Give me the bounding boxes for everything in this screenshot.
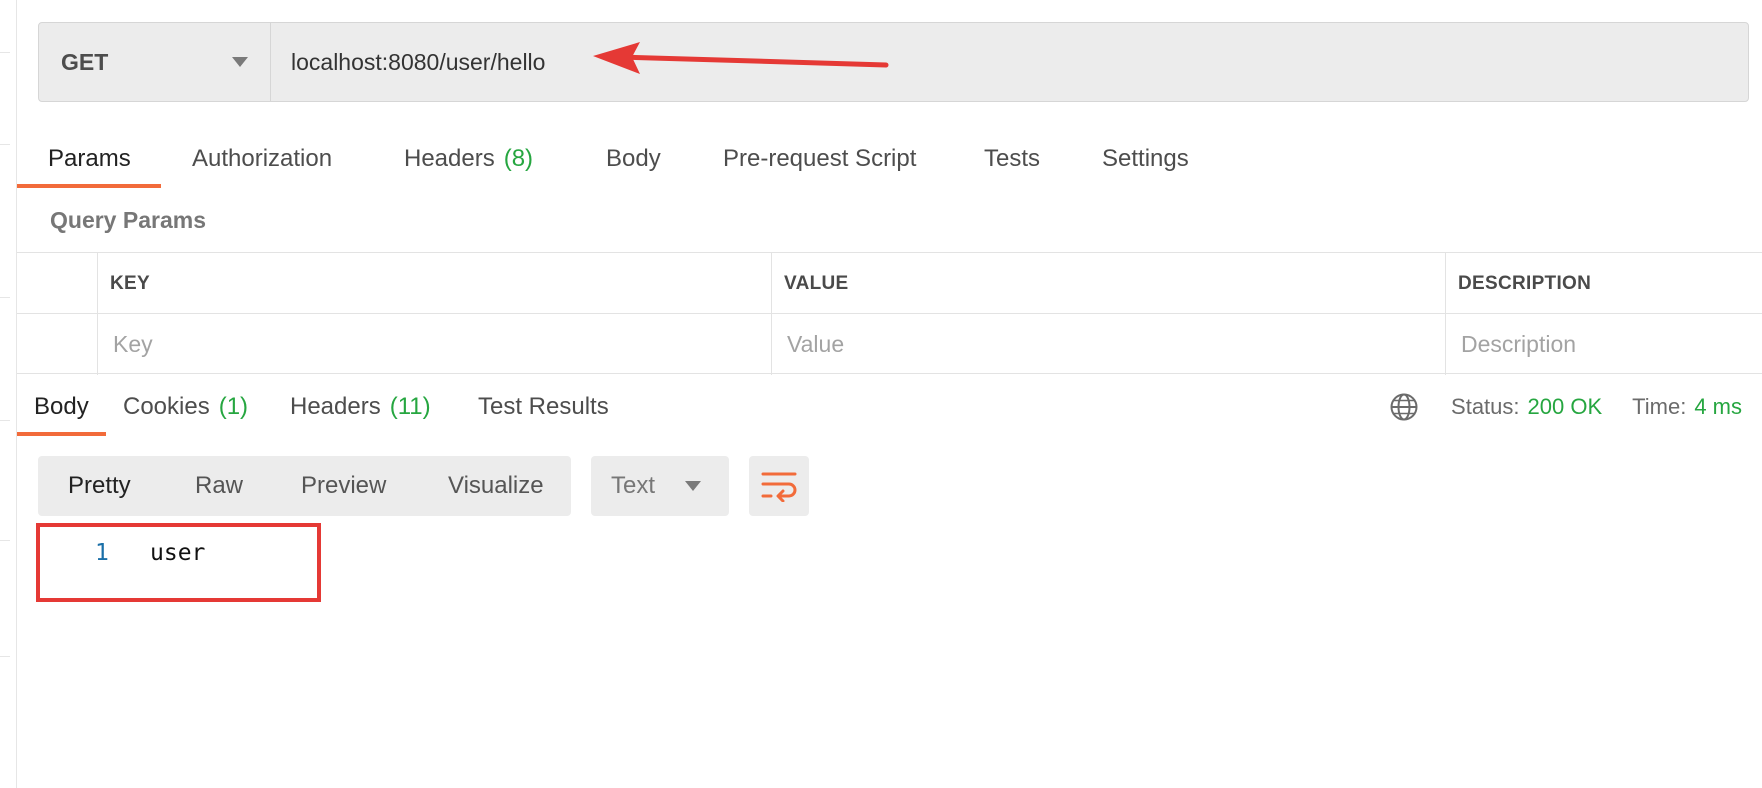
tab-label: Cookies: [123, 393, 210, 420]
rail-divider: [0, 656, 10, 657]
pretty-button[interactable]: Pretty: [68, 456, 195, 516]
request-tabs: Params Authorization Headers (8) Body Pr…: [17, 130, 1762, 188]
rail-divider: [0, 540, 10, 541]
query-params-table: KEY VALUE DESCRIPTION Key Value Descript…: [17, 252, 1762, 375]
tab-label: Body: [34, 393, 89, 420]
method-label: GET: [61, 48, 109, 75]
tab-headers[interactable]: Headers (8): [404, 130, 533, 188]
rail-divider: [0, 297, 10, 298]
tab-label: Headers: [404, 145, 495, 172]
response-format-group: Pretty Raw Preview Visualize: [38, 456, 571, 516]
response-tab-test-results[interactable]: Test Results: [478, 378, 609, 436]
preview-button[interactable]: Preview: [301, 456, 448, 516]
raw-button[interactable]: Raw: [195, 456, 301, 516]
table-header-row: KEY VALUE DESCRIPTION: [17, 253, 1762, 314]
method-select[interactable]: GET: [39, 23, 271, 101]
column-header-value: VALUE: [771, 253, 1445, 314]
query-params-title: Query Params: [50, 207, 206, 233]
chevron-down-icon: [685, 481, 701, 491]
time-value: 4 ms: [1694, 394, 1742, 419]
tab-count: (8): [503, 145, 534, 172]
active-tab-indicator: [17, 184, 161, 188]
key-field[interactable]: Key: [97, 314, 771, 375]
response-tab-headers[interactable]: Headers (11): [290, 378, 431, 436]
tab-label: Body: [606, 145, 661, 172]
tab-label: Authorization: [192, 145, 333, 172]
tab-label: Pre-request Script: [723, 145, 917, 172]
tab-authorization[interactable]: Authorization: [192, 130, 332, 188]
globe-icon[interactable]: [1389, 392, 1419, 422]
annotation-arrow-icon: [593, 42, 889, 74]
tab-label: Tests: [984, 145, 1041, 172]
rail-divider: [0, 144, 10, 145]
status-label: Status:: [1451, 394, 1520, 419]
table-row: Key Value Description: [17, 314, 1762, 375]
request-url-bar: GET localhost:8080/user/hello: [38, 22, 1749, 102]
wrap-lines-icon: [761, 472, 797, 502]
tab-label: Params: [48, 145, 131, 172]
url-input[interactable]: localhost:8080/user/hello: [271, 23, 1748, 101]
response-tabs: Body Cookies (1) Headers (11) Test Resul…: [17, 378, 1762, 436]
tab-label: Settings: [1102, 145, 1189, 172]
annotation-highlight-box: [36, 523, 321, 602]
chevron-down-icon: [232, 57, 248, 67]
tab-body[interactable]: Body: [606, 130, 661, 188]
tab-params[interactable]: Params: [48, 130, 131, 188]
status-value: 200 OK: [1527, 394, 1603, 419]
column-header-description: DESCRIPTION: [1445, 253, 1762, 314]
left-rail: [0, 0, 17, 788]
tab-pre-request-script[interactable]: Pre-request Script: [723, 130, 916, 188]
response-tab-cookies[interactable]: Cookies (1): [123, 378, 248, 436]
tab-label: Test Results: [478, 393, 609, 420]
rail-divider: [0, 52, 10, 53]
wrap-lines-button[interactable]: [749, 456, 809, 516]
value-field[interactable]: Value: [771, 314, 1445, 375]
response-type-select[interactable]: Text: [591, 456, 729, 516]
column-header-key: KEY: [97, 253, 771, 314]
tab-tests[interactable]: Tests: [984, 130, 1040, 188]
time-label: Time:: [1632, 394, 1687, 419]
tab-count: (1): [218, 393, 249, 420]
tab-settings[interactable]: Settings: [1102, 130, 1189, 188]
rail-divider: [0, 420, 10, 421]
active-tab-indicator: [17, 432, 106, 436]
response-type-label: Text: [611, 472, 656, 499]
visualize-button[interactable]: Visualize: [448, 456, 544, 516]
response-status: Status: 200 OK Time: 4 ms: [1389, 378, 1742, 436]
tab-count: (11): [389, 393, 431, 420]
description-field[interactable]: Description: [1445, 314, 1762, 375]
response-tab-body[interactable]: Body: [34, 378, 89, 436]
tab-label: Headers: [290, 393, 381, 420]
